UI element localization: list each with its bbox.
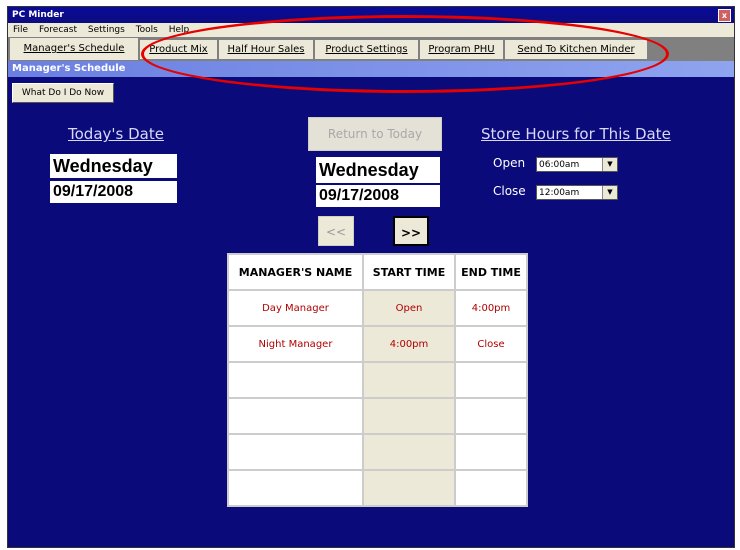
chevron-down-icon[interactable]: ▼ <box>602 158 617 171</box>
today-date: 09/17/2008 <box>50 181 177 203</box>
menu-settings[interactable]: Settings <box>88 25 125 35</box>
manager-name-cell[interactable] <box>227 361 364 399</box>
manager-name-cell[interactable]: Day Manager <box>227 289 364 327</box>
menu-file[interactable]: File <box>13 25 28 35</box>
open-label: Open <box>493 156 526 170</box>
close-label: Close <box>493 184 526 198</box>
window-title: PC Minder <box>12 10 64 20</box>
column-header-start-time: START TIME <box>362 253 456 291</box>
chevron-down-icon[interactable]: ▼ <box>602 186 617 199</box>
start-time-cell[interactable] <box>362 433 456 471</box>
end-time-cell[interactable]: Close <box>454 325 528 363</box>
end-time-cell[interactable] <box>454 469 528 507</box>
column-header-managers-name: MANAGER'S NAME <box>227 253 364 291</box>
selected-date: 09/17/2008 <box>316 185 440 207</box>
open-time-select[interactable]: 06:00am ▼ <box>536 157 618 172</box>
end-time-cell[interactable] <box>454 397 528 435</box>
table-row <box>227 361 528 399</box>
panel-header: Manager's Schedule <box>8 61 734 77</box>
manager-schedule-table: MANAGER'S NAME START TIME END TIME Day M… <box>227 253 528 507</box>
menu-help[interactable]: Help <box>169 25 190 35</box>
tab-half-hour-sales[interactable]: Half Hour Sales <box>219 40 314 59</box>
start-time-cell[interactable] <box>362 397 456 435</box>
close-time-select[interactable]: 12:00am ▼ <box>536 185 618 200</box>
open-time-value: 06:00am <box>539 160 580 170</box>
table-row: Day Manager Open 4:00pm <box>227 289 528 327</box>
table-row <box>227 397 528 435</box>
previous-day-button[interactable]: << <box>318 216 354 246</box>
column-header-end-time: END TIME <box>454 253 528 291</box>
menu-forecast[interactable]: Forecast <box>39 25 77 35</box>
app-window: PC Minder x File Forecast Settings Tools… <box>7 6 735 548</box>
manager-name-cell[interactable]: Night Manager <box>227 325 364 363</box>
tab-program-phu[interactable]: Program PHU <box>420 40 504 59</box>
end-time-cell[interactable] <box>454 361 528 399</box>
tab-managers-schedule[interactable]: Manager's Schedule <box>10 38 139 60</box>
tab-product-settings[interactable]: Product Settings <box>315 40 419 59</box>
next-day-button[interactable]: >> <box>393 216 429 246</box>
end-time-cell[interactable] <box>454 433 528 471</box>
manager-name-cell[interactable] <box>227 433 364 471</box>
title-bar: PC Minder x <box>8 7 734 23</box>
manager-name-cell[interactable] <box>227 397 364 435</box>
return-to-today-button[interactable]: Return to Today <box>308 117 442 151</box>
tab-bar: Manager's Schedule Product Mix Half Hour… <box>8 37 734 61</box>
store-hours-label: Store Hours for This Date <box>481 125 671 143</box>
menu-tools[interactable]: Tools <box>136 25 158 35</box>
what-do-i-do-now-button[interactable]: What Do I Do Now <box>12 83 114 103</box>
todays-date-label: Today's Date <box>68 125 164 143</box>
panel-title: Manager's Schedule <box>12 63 126 74</box>
end-time-cell[interactable]: 4:00pm <box>454 289 528 327</box>
close-icon[interactable]: x <box>718 9 731 22</box>
table-row <box>227 433 528 471</box>
table-row <box>227 469 528 507</box>
today-day: Wednesday <box>50 154 177 178</box>
manager-name-cell[interactable] <box>227 469 364 507</box>
menu-bar: File Forecast Settings Tools Help <box>8 23 734 37</box>
table-row: Night Manager 4:00pm Close <box>227 325 528 363</box>
close-time-value: 12:00am <box>539 188 580 198</box>
start-time-cell[interactable]: Open <box>362 289 456 327</box>
start-time-cell[interactable] <box>362 361 456 399</box>
tab-product-mix[interactable]: Product Mix <box>140 40 218 59</box>
start-time-cell[interactable]: 4:00pm <box>362 325 456 363</box>
tab-send-to-kitchen-minder[interactable]: Send To Kitchen Minder <box>505 40 648 59</box>
selected-day: Wednesday <box>316 157 440 183</box>
start-time-cell[interactable] <box>362 469 456 507</box>
table-header-row: MANAGER'S NAME START TIME END TIME <box>227 253 528 291</box>
